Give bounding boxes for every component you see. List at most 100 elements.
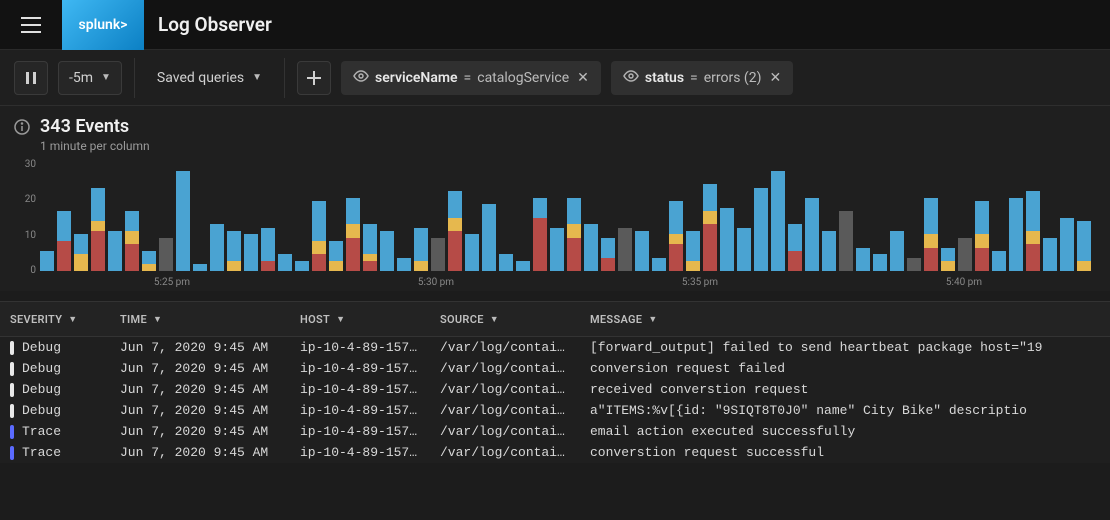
column-header-source[interactable]: SOURCE▼ — [430, 313, 580, 326]
filter-value: errors (2) — [704, 70, 762, 86]
cell-source: /var/log/contai.. — [430, 403, 580, 418]
events-histogram[interactable]: 3020100 5:25 pm5:30 pm5:35 pm5:40 pm — [14, 161, 1096, 291]
histogram-bar[interactable] — [380, 231, 394, 271]
histogram-bar[interactable] — [108, 231, 122, 271]
histogram-bar[interactable] — [278, 254, 292, 271]
cell-time: Jun 7, 2020 9:45 AM — [110, 424, 290, 439]
chart-x-axis: 5:25 pm5:30 pm5:35 pm5:40 pm — [40, 277, 1096, 288]
histogram-bar[interactable] — [329, 241, 343, 271]
histogram-bar[interactable] — [363, 224, 377, 271]
saved-queries-dropdown[interactable]: Saved queries ▼ — [147, 61, 272, 95]
histogram-bar[interactable] — [244, 234, 258, 271]
histogram-bar[interactable] — [159, 238, 173, 271]
histogram-bar[interactable] — [907, 258, 921, 271]
histogram-bar[interactable] — [193, 264, 207, 271]
histogram-bar[interactable] — [686, 231, 700, 271]
histogram-bar[interactable] — [975, 201, 989, 271]
histogram-bar[interactable] — [1060, 218, 1074, 271]
table-row[interactable]: DebugJun 7, 2020 9:45 AMip-10-4-89-157..… — [0, 358, 1110, 379]
histogram-bar[interactable] — [142, 251, 156, 271]
add-filter-button[interactable] — [297, 61, 331, 95]
histogram-bar[interactable] — [720, 208, 734, 271]
histogram-bar[interactable] — [669, 201, 683, 271]
histogram-bar[interactable] — [125, 211, 139, 271]
column-header-host[interactable]: HOST▼ — [290, 313, 430, 326]
cell-host: ip-10-4-89-157... — [290, 361, 430, 376]
histogram-bar[interactable] — [601, 238, 615, 271]
time-range-picker[interactable]: -5m ▼ — [58, 61, 122, 95]
histogram-bar[interactable] — [91, 188, 105, 271]
histogram-bar[interactable] — [805, 198, 819, 271]
histogram-bar[interactable] — [992, 251, 1006, 271]
table-row[interactable]: DebugJun 7, 2020 9:45 AMip-10-4-89-157..… — [0, 337, 1110, 358]
histogram-bar[interactable] — [958, 238, 972, 271]
info-icon[interactable] — [14, 119, 30, 139]
histogram-bar[interactable] — [74, 234, 88, 271]
brand-logo[interactable]: splunk> — [62, 0, 144, 50]
table-row[interactable]: TraceJun 7, 2020 9:45 AMip-10-4-89-157..… — [0, 442, 1110, 463]
histogram-bar[interactable] — [788, 224, 802, 271]
histogram-bar[interactable] — [567, 198, 581, 271]
table-row[interactable]: DebugJun 7, 2020 9:45 AMip-10-4-89-157..… — [0, 400, 1110, 421]
histogram-bar[interactable] — [346, 198, 360, 271]
histogram-bar[interactable] — [57, 211, 71, 271]
severity-value: Debug — [22, 361, 61, 376]
histogram-bar[interactable] — [584, 224, 598, 271]
histogram-bar[interactable] — [431, 238, 445, 271]
filter-value: catalogService — [477, 70, 569, 86]
histogram-bar[interactable] — [771, 171, 785, 271]
histogram-bar[interactable] — [873, 254, 887, 271]
histogram-bar[interactable] — [499, 254, 513, 271]
filter-chip[interactable]: status=errors (2)✕ — [611, 61, 793, 95]
histogram-bar[interactable] — [397, 258, 411, 271]
histogram-bar[interactable] — [754, 188, 768, 271]
histogram-bar[interactable] — [652, 258, 666, 271]
histogram-bar[interactable] — [533, 198, 547, 271]
histogram-bar[interactable] — [550, 228, 564, 271]
histogram-bar[interactable] — [210, 224, 224, 271]
histogram-bar[interactable] — [635, 231, 649, 271]
hamburger-menu[interactable] — [14, 8, 48, 42]
histogram-bar[interactable] — [261, 228, 275, 271]
histogram-bar[interactable] — [414, 228, 428, 271]
histogram-bar[interactable] — [1026, 191, 1040, 271]
chart-plot-area — [40, 161, 1096, 271]
histogram-bar[interactable] — [1077, 221, 1091, 271]
histogram-bar[interactable] — [941, 248, 955, 271]
histogram-bar[interactable] — [465, 234, 479, 271]
remove-filter-icon[interactable]: ✕ — [577, 70, 589, 86]
histogram-bar[interactable] — [856, 248, 870, 271]
chevron-down-icon: ▼ — [648, 314, 657, 325]
table-row[interactable]: TraceJun 7, 2020 9:45 AMip-10-4-89-157..… — [0, 421, 1110, 442]
histogram-bar[interactable] — [1043, 238, 1057, 271]
cell-message: conversion request failed — [580, 361, 1110, 376]
filter-chip[interactable]: serviceName=catalogService✕ — [341, 61, 601, 95]
chevron-down-icon: ▼ — [68, 314, 77, 325]
histogram-bar[interactable] — [448, 191, 462, 271]
histogram-bar[interactable] — [516, 261, 530, 271]
histogram-bar[interactable] — [482, 204, 496, 271]
histogram-bar[interactable] — [822, 231, 836, 271]
eye-icon — [353, 70, 369, 86]
column-header-message[interactable]: MESSAGE▼ — [580, 313, 1110, 326]
histogram-bar[interactable] — [737, 228, 751, 271]
column-header-severity[interactable]: SEVERITY▼ — [0, 313, 110, 326]
histogram-bar[interactable] — [312, 201, 326, 271]
histogram-bar[interactable] — [295, 261, 309, 271]
histogram-bar[interactable] — [618, 228, 632, 271]
remove-filter-icon[interactable]: ✕ — [769, 70, 781, 86]
chevron-down-icon: ▼ — [153, 314, 162, 325]
severity-indicator — [10, 404, 14, 418]
histogram-bar[interactable] — [703, 184, 717, 271]
histogram-bar[interactable] — [40, 251, 54, 271]
histogram-bar[interactable] — [176, 171, 190, 271]
histogram-bar[interactable] — [890, 231, 904, 271]
severity-indicator — [10, 362, 14, 376]
histogram-bar[interactable] — [839, 211, 853, 271]
table-row[interactable]: DebugJun 7, 2020 9:45 AMip-10-4-89-157..… — [0, 379, 1110, 400]
histogram-bar[interactable] — [1009, 198, 1023, 271]
histogram-bar[interactable] — [924, 198, 938, 271]
pause-button[interactable] — [14, 61, 48, 95]
column-header-time[interactable]: TIME▼ — [110, 313, 290, 326]
histogram-bar[interactable] — [227, 231, 241, 271]
